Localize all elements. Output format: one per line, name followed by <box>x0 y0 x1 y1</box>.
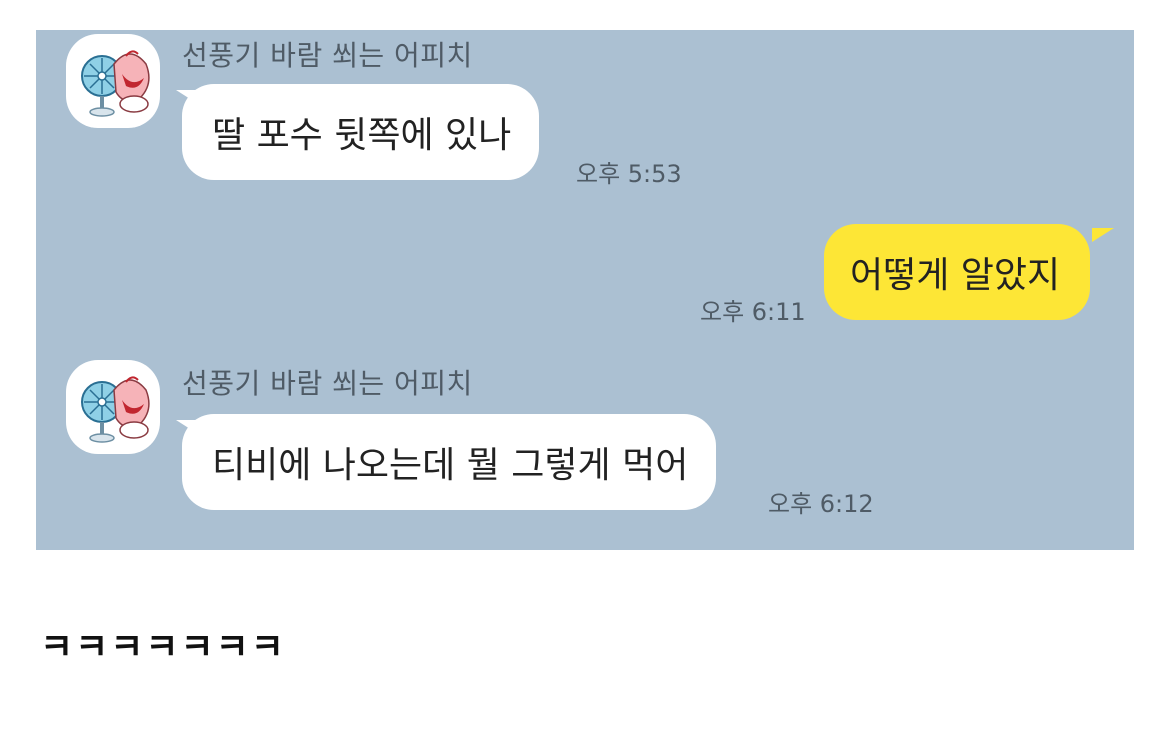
sender-avatar[interactable] <box>66 360 160 454</box>
message-text: 딸 포수 뒷쪽에 있나 <box>212 115 512 156</box>
message-timestamp: 오후 5:53 <box>576 160 682 188</box>
incoming-message-bubble[interactable]: 티비에 나오는데 뭘 그렇게 먹어 <box>182 414 717 510</box>
caption-text: ㅋㅋㅋㅋㅋㅋㅋ <box>40 627 286 668</box>
sender-name: 선풍기 바람 쐬는 어피치 <box>182 367 473 400</box>
sender-avatar[interactable] <box>66 34 160 128</box>
message-text: 어떻게 알았지 <box>850 255 1061 296</box>
sender-name: 선풍기 바람 쐬는 어피치 <box>182 39 473 72</box>
apeach-fan-avatar-icon <box>81 376 150 443</box>
message-timestamp: 오후 6:12 <box>768 490 874 518</box>
message-timestamp: 오후 6:11 <box>700 298 806 326</box>
chat-room-panel: 선풍기 바람 쐬는 어피치 딸 포수 뒷쪽에 있나 오후 5:53 오후 6:1… <box>36 30 1134 550</box>
outgoing-message-bubble[interactable]: 어떻게 알았지 <box>824 224 1091 320</box>
apeach-fan-avatar-icon <box>81 50 150 117</box>
bubble-tail <box>1092 228 1114 242</box>
incoming-message-bubble[interactable]: 딸 포수 뒷쪽에 있나 <box>182 84 540 180</box>
message-text: 티비에 나오는데 뭘 그렇게 먹어 <box>212 445 689 486</box>
